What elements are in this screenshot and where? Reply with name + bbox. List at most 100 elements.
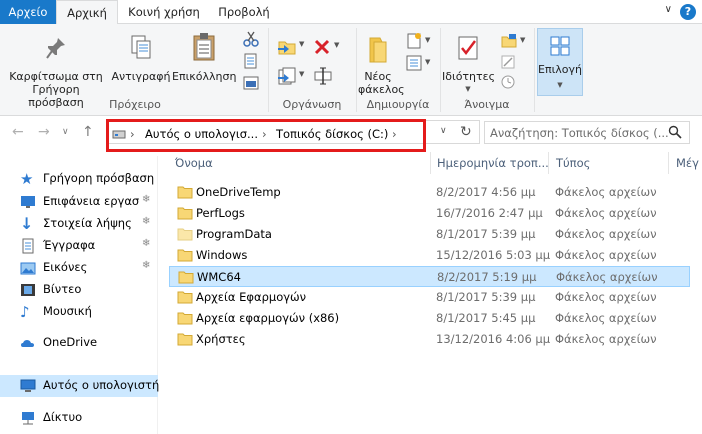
file-type: Φάκελος αρχείων bbox=[555, 248, 657, 262]
file-date: 8/2/2017 5:19 μμ bbox=[437, 270, 537, 284]
easy-access-icon[interactable] bbox=[405, 54, 423, 72]
up-arrow-icon[interactable]: ↑ bbox=[82, 124, 94, 140]
file-row[interactable]: Χρήστες 13/12/2016 4:06 μμ Φάκελος αρχείων bbox=[169, 329, 690, 350]
nav-label: Εικόνες bbox=[43, 260, 88, 274]
file-date: 8/2/2017 4:56 μμ bbox=[436, 185, 536, 199]
column-header-type[interactable]: Τύπος bbox=[556, 152, 590, 174]
new-folder-button[interactable]: Νέος φάκελος bbox=[358, 32, 405, 96]
column-header-size[interactable]: Μέγ bbox=[676, 152, 699, 174]
paste-shortcut-icon[interactable] bbox=[243, 75, 259, 91]
help-icon[interactable]: ? bbox=[680, 4, 696, 20]
pin-icon[interactable]: ❄ bbox=[142, 238, 150, 249]
pin-icon[interactable]: ❄ bbox=[142, 260, 150, 271]
file-name: OneDriveTemp bbox=[196, 185, 281, 199]
folder-icon bbox=[177, 290, 193, 304]
file-type: Φάκελος αρχείων bbox=[555, 311, 657, 325]
file-name: ProgramData bbox=[196, 227, 272, 241]
move-to-icon[interactable] bbox=[276, 36, 298, 58]
easy-access-dropdown-icon[interactable]: ▼ bbox=[425, 58, 430, 66]
copy-button[interactable]: Αντιγραφή bbox=[110, 32, 172, 83]
nav-desktop[interactable]: Επιφάνεια εργασ ❄ bbox=[0, 191, 158, 213]
delete-icon[interactable] bbox=[313, 38, 331, 56]
folder-icon bbox=[177, 185, 193, 199]
file-row[interactable]: OneDriveTemp 8/2/2017 4:56 μμ Φάκελος αρχε… bbox=[169, 182, 690, 203]
tab-file[interactable]: Αρχείο bbox=[0, 0, 56, 24]
nav-documents[interactable]: Έγγραφα ❄ bbox=[0, 235, 158, 257]
delete-dropdown-icon[interactable]: ▼ bbox=[334, 41, 339, 49]
clipboard-icon bbox=[193, 33, 215, 61]
folder-icon bbox=[177, 332, 193, 346]
column-header-date[interactable]: Ημερομηνία τροπ... bbox=[437, 152, 549, 174]
nav-label: Μουσική bbox=[43, 304, 92, 318]
back-arrow-icon[interactable]: ← bbox=[12, 124, 24, 140]
search-input[interactable]: Αναζήτηση: Τοπικός δίσκος (... bbox=[490, 126, 669, 140]
nav-label: Αυτός ο υπολογιστή bbox=[43, 378, 160, 392]
file-row[interactable]: ProgramData 8/1/2017 5:39 μμ Φάκελος αρχεί… bbox=[169, 224, 690, 245]
address-dropdown-icon[interactable]: ∨ bbox=[440, 126, 447, 136]
copy-to-icon[interactable] bbox=[276, 66, 298, 88]
copy-path-icon[interactable] bbox=[243, 53, 259, 69]
nav-downloads[interactable]: ↓ Στοιχεία λήψης ❄ bbox=[0, 213, 158, 235]
copy-icon bbox=[131, 35, 151, 59]
new-item-dropdown-icon[interactable]: ▼ bbox=[425, 36, 430, 44]
ribbon: Καρφίτσωμα στη Γρήγορη πρόσβαση Αντιγραφ… bbox=[0, 24, 702, 116]
select-dropdown-icon[interactable]: ▼ bbox=[538, 79, 582, 92]
search-icon[interactable] bbox=[668, 125, 682, 139]
nav-pictures[interactable]: Εικόνες ❄ bbox=[0, 257, 158, 279]
properties-button[interactable]: Ιδιότητες ▼ bbox=[442, 32, 495, 96]
tab-view[interactable]: Προβολή bbox=[212, 0, 276, 24]
move-to-dropdown-icon[interactable]: ▼ bbox=[299, 40, 304, 48]
column-divider[interactable] bbox=[668, 152, 669, 174]
star-icon: ★ bbox=[20, 170, 34, 188]
new-item-icon[interactable] bbox=[405, 32, 423, 50]
computer-icon bbox=[20, 378, 36, 394]
history-icon[interactable] bbox=[500, 74, 516, 90]
nav-label: OneDrive bbox=[43, 335, 98, 349]
nav-music[interactable]: ♪ Μουσική bbox=[0, 301, 158, 323]
paste-button[interactable]: Επικόλληση bbox=[172, 32, 236, 83]
open-dropdown-icon[interactable]: ▼ bbox=[520, 36, 525, 44]
column-header-name[interactable]: Όνομα bbox=[175, 152, 213, 174]
file-name: PerfLogs bbox=[196, 206, 245, 220]
folder-icon bbox=[177, 227, 193, 241]
nav-videos[interactable]: Βίντεο bbox=[0, 279, 158, 301]
nav-this-pc[interactable]: Αυτός ο υπολογιστή bbox=[0, 375, 160, 397]
tab-home[interactable]: Αρχική bbox=[56, 0, 118, 25]
nav-network[interactable]: Δίκτυο bbox=[0, 407, 158, 429]
file-row[interactable]: Αρχεία Εφαρμογών 8/1/2017 5:39 μμ Φάκελος … bbox=[169, 287, 690, 308]
file-row[interactable]: Αρχεία εφαρμογών (x86) 8/1/2017 5:45 μμ Φά… bbox=[169, 308, 690, 329]
address-highlight-box bbox=[106, 119, 426, 152]
rename-icon[interactable] bbox=[313, 66, 333, 86]
file-row[interactable]: Windows 15/12/2016 5:03 μμ Φάκελος αρχείων bbox=[169, 245, 690, 266]
column-divider[interactable] bbox=[548, 152, 549, 174]
file-row[interactable]: WMC64 8/2/2017 5:19 μμ Φάκελος αρχείων bbox=[169, 266, 690, 287]
new-folder-label-1: Νέος bbox=[364, 70, 392, 83]
copy-to-dropdown-icon[interactable]: ▼ bbox=[299, 70, 304, 78]
refresh-icon[interactable]: ↻ bbox=[460, 124, 472, 140]
properties-dropdown-icon[interactable]: ▼ bbox=[442, 83, 494, 96]
open-icon[interactable] bbox=[500, 32, 518, 50]
pin-icon[interactable]: ❄ bbox=[142, 194, 150, 205]
group-label-clipboard: Πρόχειρο bbox=[109, 98, 161, 111]
forward-arrow-icon[interactable]: → bbox=[38, 124, 50, 140]
tab-share[interactable]: Κοινή χρήση bbox=[124, 0, 204, 24]
file-date: 16/7/2016 2:47 μμ bbox=[436, 206, 543, 220]
select-button[interactable]: Επιλογή ▼ bbox=[537, 28, 583, 96]
file-type: Φάκελος αρχείων bbox=[555, 185, 657, 199]
pin-icon[interactable]: ❄ bbox=[142, 216, 150, 227]
music-icon: ♪ bbox=[20, 303, 30, 321]
ribbon-tab-strip: Αρχείο Αρχική Κοινή χρήση Προβολή ∨ ? bbox=[0, 0, 702, 25]
edit-icon[interactable] bbox=[500, 54, 516, 70]
nav-quick-access[interactable]: ★ Γρήγορη πρόσβαση bbox=[0, 168, 158, 190]
column-divider[interactable] bbox=[430, 152, 431, 174]
cut-icon[interactable] bbox=[243, 31, 259, 47]
nav-onedrive[interactable]: OneDrive bbox=[0, 332, 158, 354]
cloud-icon bbox=[20, 335, 36, 351]
nav-label: Επιφάνεια εργασ bbox=[43, 194, 140, 208]
chevron-down-icon[interactable]: ∨ bbox=[665, 4, 672, 15]
paste-label: Επικόλληση bbox=[172, 70, 237, 83]
file-row[interactable]: PerfLogs 16/7/2016 2:47 μμ Φάκελος αρχείων bbox=[169, 203, 690, 224]
ribbon-separator bbox=[440, 28, 441, 112]
recent-locations-chevron-icon[interactable]: ∨ bbox=[62, 127, 69, 137]
nav-label: Βίντεο bbox=[43, 282, 82, 296]
